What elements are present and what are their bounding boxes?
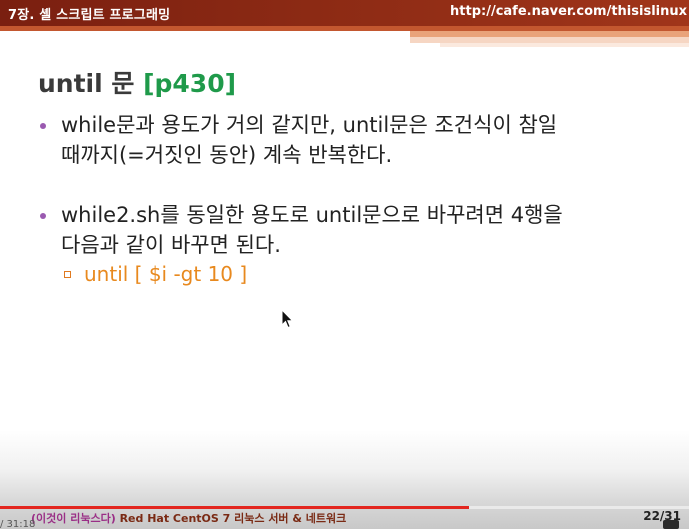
slide-canvas: 7장. 셸 스크립트 프로그래밍 http://cafe.naver.com/t… <box>0 0 689 530</box>
bullet-text: while2.sh를 동일한 용도로 until문으로 바꾸려면 4행을 다음과… <box>61 200 661 260</box>
square-bullet-icon <box>64 271 71 278</box>
bullet-line: 다음과 같이 바꾸면 된다. <box>61 233 281 257</box>
bullet-dot <box>40 123 46 129</box>
mouse-pointer-icon <box>281 309 294 329</box>
video-progress-fill[interactable] <box>0 506 469 509</box>
bullet-dot <box>40 213 46 219</box>
bullet-line: 때까지(=거짓인 동안) 계속 반복한다. <box>61 143 393 167</box>
chapter-title: 7장. 셸 스크립트 프로그래밍 <box>8 8 171 23</box>
captions-icon[interactable] <box>663 520 679 529</box>
footer-series-name: (이것이 리눅스다) <box>31 512 116 525</box>
bullet-text: while문과 용도가 거의 같지만, until문은 조건식이 참일 때까지(… <box>61 110 661 170</box>
bullet-line: while문과 용도가 거의 같지만, until문은 조건식이 참일 <box>61 113 558 137</box>
header-accent-stripe-lighter <box>440 43 689 47</box>
slide-header-band: 7장. 셸 스크립트 프로그래밍 http://cafe.naver.com/t… <box>0 0 689 26</box>
until-condition-code: until [ $i -gt 10 ] <box>84 262 248 286</box>
slide-title-main: until 문 <box>38 69 144 98</box>
footer-book-name: Red Hat CentOS 7 리눅스 서버 & 네트워크 <box>115 512 347 525</box>
cafe-url: http://cafe.naver.com/thisislinux <box>450 4 687 19</box>
bullet-line: while2.sh를 동일한 용도로 until문으로 바꾸려면 4행을 <box>61 203 563 227</box>
slide-title: until 문 [p430] <box>38 64 236 100</box>
video-time-display: / 31:18 <box>0 519 36 530</box>
footer-book-title: (이것이 리눅스다) Red Hat CentOS 7 리눅스 서버 & 네트워… <box>31 510 346 526</box>
slide-title-page-ref: [p430] <box>143 69 237 98</box>
